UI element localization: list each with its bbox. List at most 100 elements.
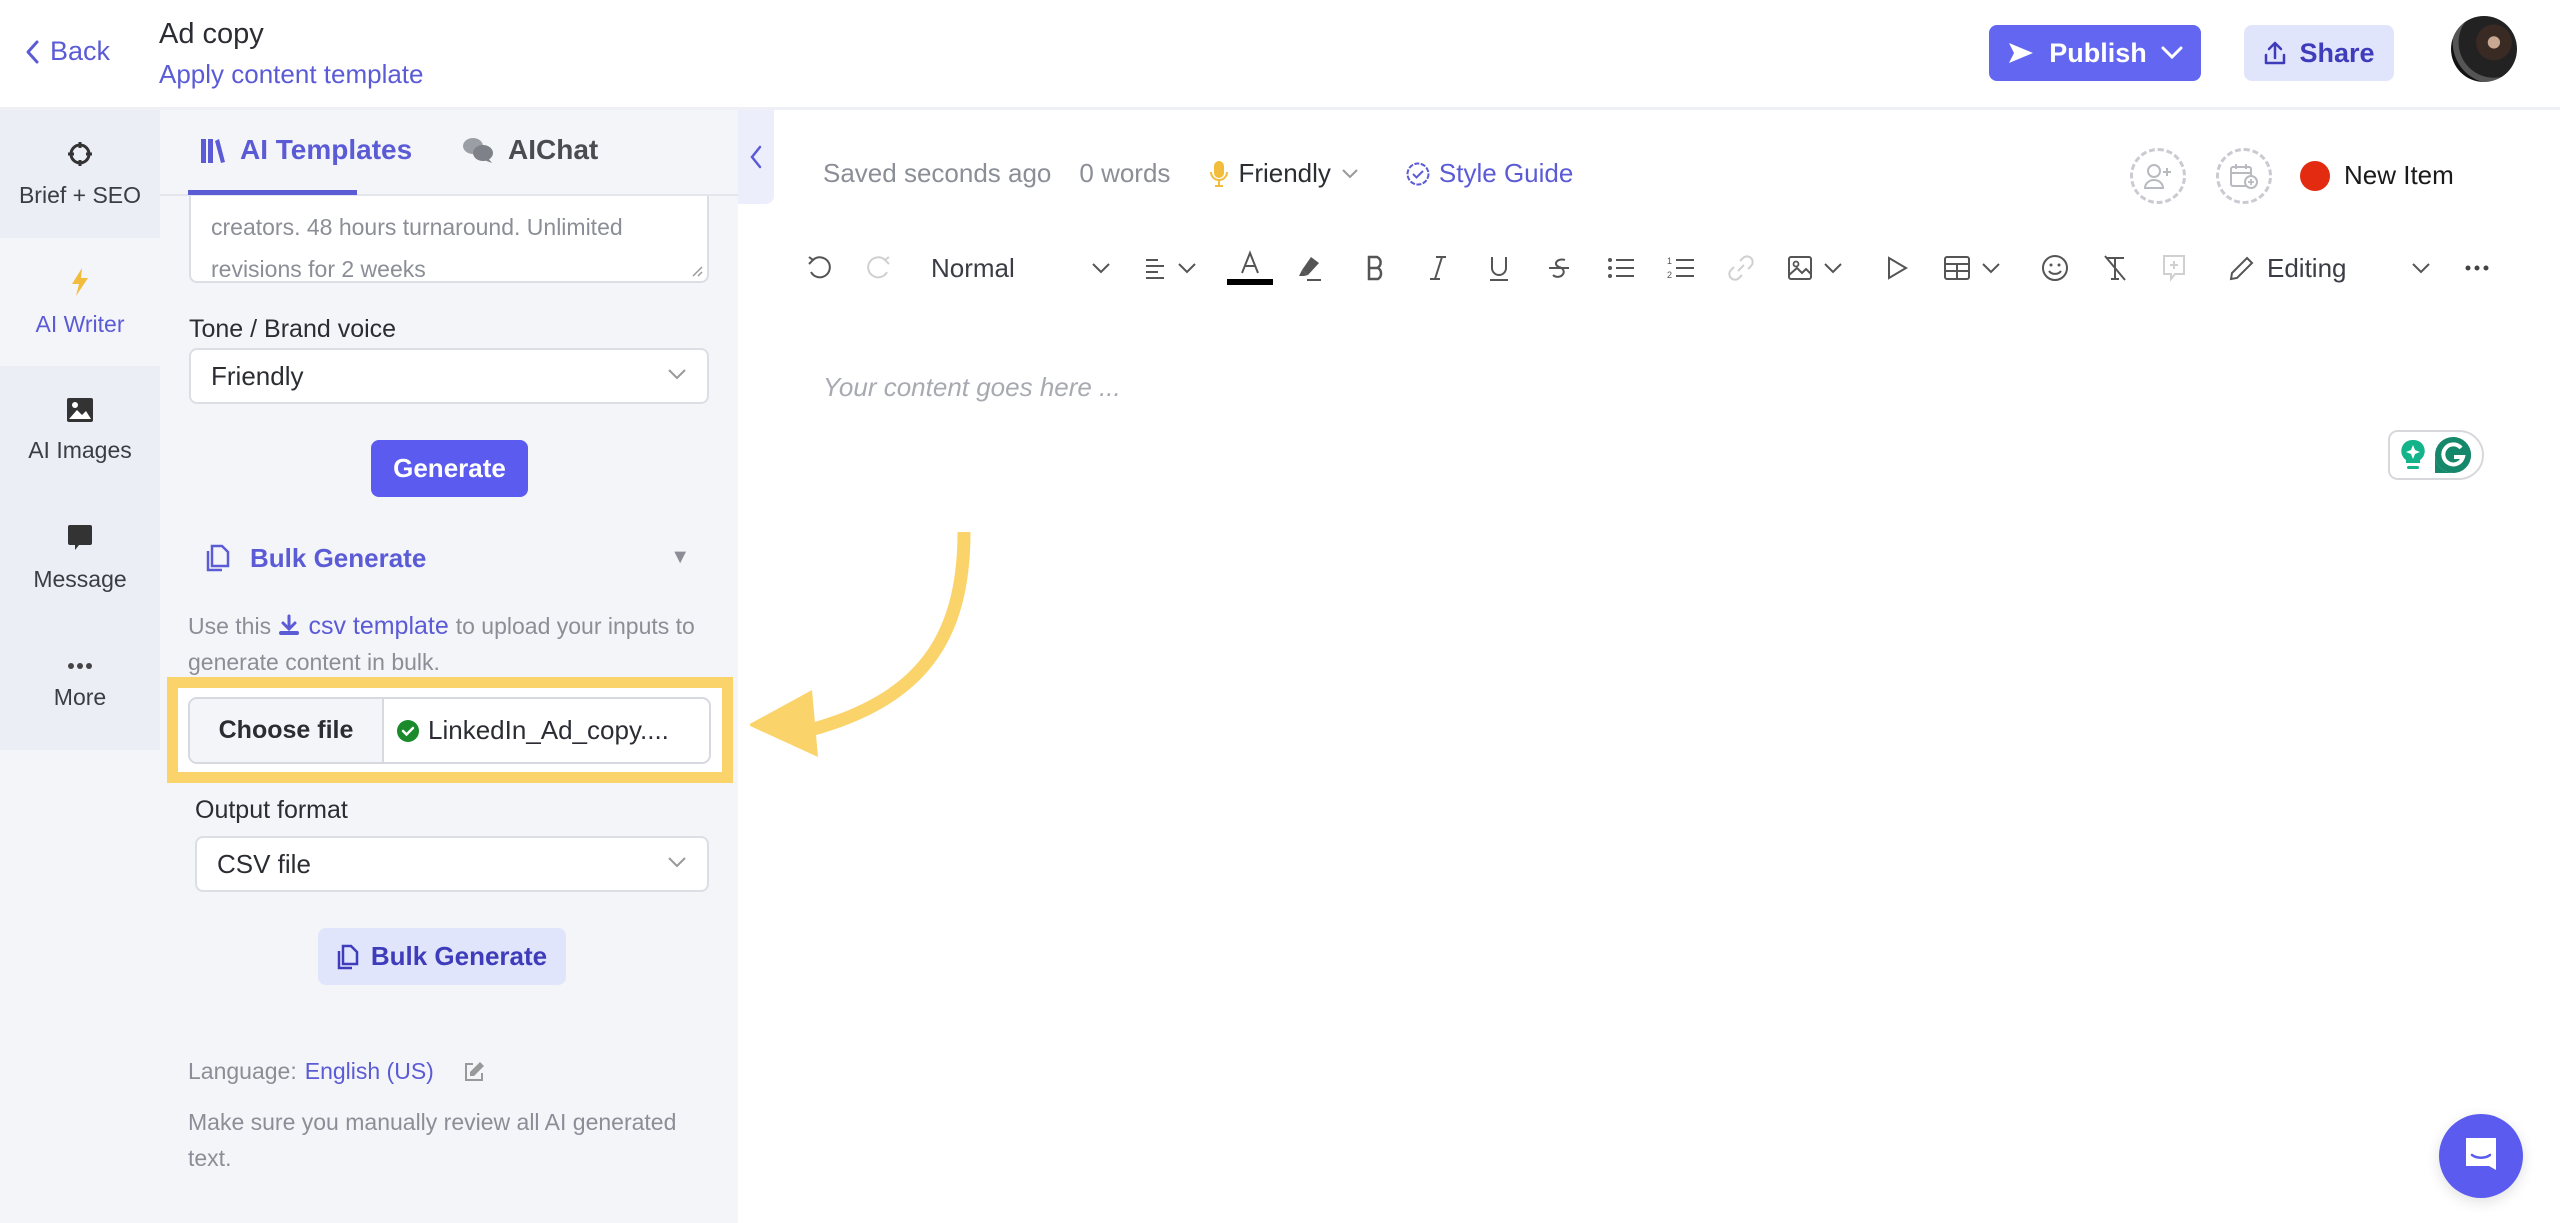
bold-icon <box>1365 254 1387 282</box>
lightning-icon <box>69 267 91 297</box>
chevron-down-icon <box>1341 168 1359 179</box>
chat-icon <box>2463 1136 2499 1176</box>
strikethrough-button[interactable] <box>1547 249 1571 287</box>
schedule-button[interactable] <box>2216 148 2272 204</box>
file-name-label: LinkedIn_Ad_copy.... <box>428 715 669 745</box>
link-button[interactable] <box>1727 249 1755 287</box>
block-style-dropdown[interactable]: Normal <box>931 249 1111 287</box>
bulk-generate-button-label: Bulk Generate <box>370 941 548 971</box>
smiley-icon <box>2041 254 2069 282</box>
chevron-down-icon <box>1091 262 1111 274</box>
video-button[interactable] <box>1885 249 1909 287</box>
bold-button[interactable] <box>1365 249 1387 287</box>
badge-check-icon <box>1405 161 1431 187</box>
bulk-generate-button[interactable]: Bulk Generate <box>318 928 566 985</box>
style-guide-link[interactable]: Style Guide <box>1405 158 1573 189</box>
chevron-down-icon <box>667 856 687 868</box>
user-avatar[interactable] <box>2451 16 2517 82</box>
top-bar: Back Ad copy Apply content template Publ… <box>0 0 2560 110</box>
table-icon <box>1943 255 1971 281</box>
ai-review-disclaimer: Make sure you manually review all AI gen… <box>188 1109 677 1171</box>
table-dropdown[interactable] <box>1943 249 2001 287</box>
underline-button[interactable] <box>1487 249 1511 287</box>
csv-template-link[interactable]: csv template <box>277 612 455 640</box>
image-icon <box>66 397 94 423</box>
rail-item-ai-images[interactable]: AI Images <box>0 366 160 494</box>
support-chat-button[interactable] <box>2439 1114 2523 1198</box>
choose-file-button[interactable]: Choose file <box>190 699 384 762</box>
tab-aichat[interactable]: AIChat <box>462 134 598 166</box>
comment-add-icon <box>2161 254 2187 282</box>
collapse-panel-button[interactable] <box>738 110 774 204</box>
back-label: Back <box>50 36 111 66</box>
redo-button[interactable] <box>865 249 893 287</box>
highlight-button[interactable] <box>1295 249 1323 287</box>
mode-dropdown[interactable]: Editing <box>2229 249 2431 287</box>
item-status[interactable]: New Item <box>2300 160 2454 191</box>
copy-icon <box>337 944 359 970</box>
rail-item-brief-seo[interactable]: Brief + SEO <box>0 110 160 238</box>
italic-button[interactable] <box>1427 249 1449 287</box>
tab-label: AI Templates <box>240 134 413 165</box>
tab-ai-templates[interactable]: AI Templates <box>200 134 412 166</box>
image-dropdown[interactable] <box>1787 249 1843 287</box>
bullet-list-button[interactable] <box>1607 249 1635 287</box>
help-prefix: Use this <box>188 613 272 639</box>
rail-item-more[interactable]: More <box>0 622 160 750</box>
caret-down-icon: ▼ <box>670 546 690 568</box>
rail-label: AI Writer <box>35 310 125 337</box>
generate-button[interactable]: Generate <box>371 440 528 497</box>
selected-file: LinkedIn_Ad_copy.... <box>384 699 709 762</box>
text-color-button[interactable] <box>1227 249 1273 287</box>
pencil-icon <box>2229 255 2255 281</box>
emoji-button[interactable] <box>2041 249 2069 287</box>
add-user-icon <box>2143 162 2173 190</box>
document-title: Ad copy <box>159 18 264 50</box>
apply-template-link[interactable]: Apply content template <box>159 59 424 90</box>
assign-user-button[interactable] <box>2130 148 2186 204</box>
svg-text:2: 2 <box>1667 270 1672 280</box>
language-setting: Language: English (US) <box>188 1058 486 1085</box>
redo-icon <box>865 254 893 282</box>
textarea-line: revisions for 2 weeks <box>211 256 426 282</box>
align-dropdown[interactable] <box>1143 249 1197 287</box>
block-style-value: Normal <box>931 252 1015 283</box>
chevron-down-icon <box>1177 262 1197 274</box>
back-button[interactable]: Back <box>24 36 110 67</box>
bullet-list-icon <box>1607 256 1635 280</box>
copy-icon <box>206 544 230 572</box>
grammarly-widget[interactable] <box>2388 430 2484 480</box>
tone-dropdown[interactable]: Friendly <box>1210 158 1358 189</box>
editor-content-area[interactable]: Your content goes here ... <box>823 372 1121 403</box>
edit-icon[interactable] <box>462 1060 486 1084</box>
annotation-arrow-icon <box>750 531 971 757</box>
share-button[interactable]: Share <box>2244 25 2394 81</box>
add-comment-button[interactable] <box>2161 249 2187 287</box>
more-options-button[interactable] <box>2465 249 2489 287</box>
tone-select[interactable]: Friendly <box>189 348 709 404</box>
chevron-down-icon <box>667 368 687 380</box>
numbered-list-icon: 12 <box>1667 255 1695 281</box>
chat-bubbles-icon <box>462 136 494 164</box>
bulk-generate-toggle[interactable]: Bulk Generate ▼ <box>206 538 690 578</box>
output-format-select[interactable]: CSV file <box>195 836 709 892</box>
mode-value: Editing <box>2267 252 2347 283</box>
ai-templates-panel: AI Templates AIChat creators. 48 hours t… <box>160 110 738 1223</box>
file-upload-input[interactable]: Choose file LinkedIn_Ad_copy.... <box>188 697 711 764</box>
editor-meta-bar: Saved seconds ago 0 words Friendly Style… <box>823 158 1573 189</box>
tone-value: Friendly <box>211 360 304 391</box>
send-icon <box>2007 41 2035 65</box>
chevron-down-icon <box>1981 262 2001 274</box>
publish-button[interactable]: Publish <box>1989 25 2201 81</box>
undo-button[interactable] <box>805 249 833 287</box>
lightbulb-icon <box>2399 438 2427 472</box>
status-label: New Item <box>2344 160 2454 190</box>
clear-formatting-button[interactable] <box>2101 249 2129 287</box>
textarea-line: creators. 48 hours turnaround. Unlimited <box>211 214 623 240</box>
resize-grip-icon[interactable] <box>691 265 703 277</box>
rail-item-ai-writer[interactable]: AI Writer <box>0 238 160 366</box>
language-value[interactable]: English (US) <box>305 1058 434 1085</box>
rail-item-message[interactable]: Message <box>0 494 160 622</box>
check-circle-icon <box>396 719 420 743</box>
numbered-list-button[interactable]: 12 <box>1667 249 1695 287</box>
